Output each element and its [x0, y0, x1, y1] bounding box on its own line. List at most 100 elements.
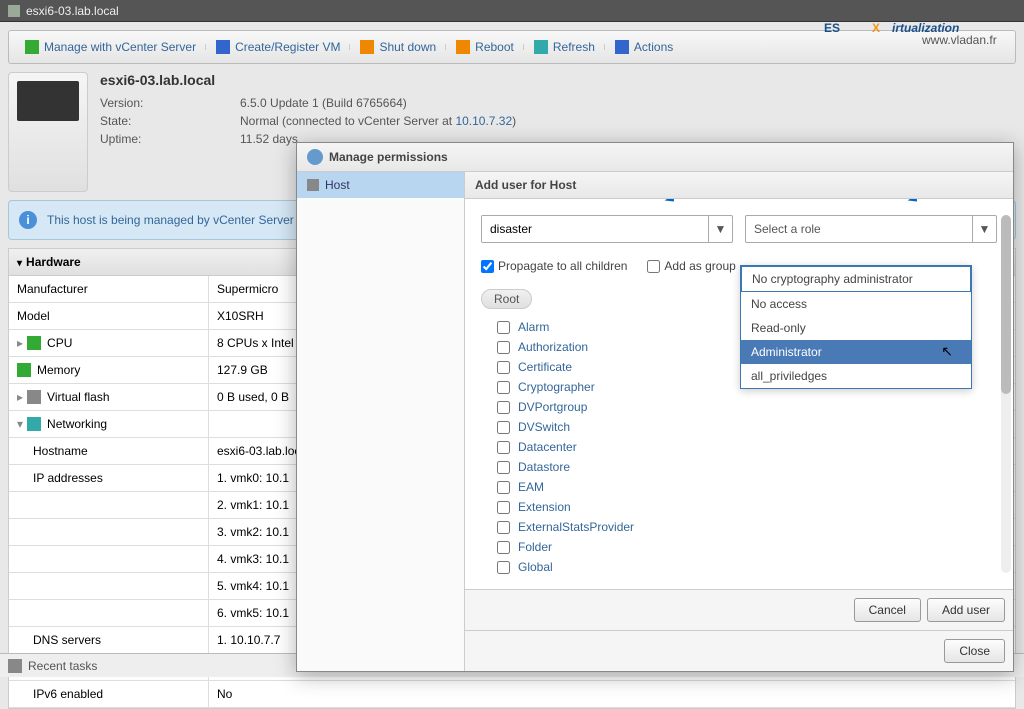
chevron-down-icon[interactable]: ▼ — [708, 216, 732, 242]
svg-text:www.vladan.fr: www.vladan.fr — [921, 33, 997, 46]
cursor-icon: ↖ — [941, 343, 953, 360]
hw-value: 2. vmk1: 10.1 — [209, 492, 297, 518]
priv-item[interactable]: EAM — [481, 477, 997, 497]
hw-value: X10SRH — [209, 303, 272, 329]
hw-value: 3. vmk2: 10.1 — [209, 519, 297, 545]
role-option[interactable]: Read-only — [741, 316, 971, 340]
priv-checkbox[interactable] — [497, 421, 510, 434]
hw-value: 127.9 GB — [209, 357, 276, 383]
role-option[interactable]: Administrator↖ — [741, 340, 971, 364]
priv-label: Extension — [518, 500, 571, 514]
svg-text:X: X — [872, 21, 880, 35]
mem-icon — [17, 363, 31, 377]
manage-vcenter-button[interactable]: Manage with vCenter Server — [15, 40, 206, 54]
dialog-title-text: Manage permissions — [329, 150, 448, 164]
priv-checkbox[interactable] — [497, 321, 510, 334]
priv-checkbox[interactable] — [497, 401, 510, 414]
hw-value: Supermicro — [209, 276, 286, 302]
hw-value: 0 B used, 0 B — [209, 384, 297, 410]
priv-item[interactable]: ExternalStatsProvider — [481, 517, 997, 537]
create-vm-button[interactable]: Create/Register VM — [206, 40, 350, 54]
annotation-arrow: ➘ — [655, 199, 678, 210]
role-dropdown: No cryptography administratorNo accessRe… — [740, 265, 972, 389]
role-option[interactable]: No access — [741, 292, 971, 316]
role-option[interactable]: No cryptography administrator — [741, 266, 971, 292]
users-icon — [307, 149, 323, 165]
priv-label: Certificate — [518, 360, 572, 374]
server-image — [8, 72, 88, 192]
role-option[interactable]: all_priviledges — [741, 364, 971, 388]
annotation-arrow: ➘ — [898, 199, 921, 210]
hw-label: Hostname — [33, 444, 88, 458]
hw-label: Manufacturer — [17, 282, 88, 296]
priv-checkbox[interactable] — [497, 501, 510, 514]
shutdown-icon — [360, 40, 374, 54]
priv-checkbox[interactable] — [497, 441, 510, 454]
host-icon — [8, 5, 20, 17]
state-label: State: — [100, 114, 240, 128]
priv-label: Datacenter — [518, 440, 577, 454]
hardware-row: IPv6 enabledNo — [9, 681, 1015, 708]
priv-label: Cryptographer — [518, 380, 595, 394]
add-user-button[interactable]: Add user — [927, 598, 1005, 622]
hw-label: Virtual flash — [47, 390, 109, 404]
priv-checkbox[interactable] — [497, 381, 510, 394]
priv-item[interactable]: Extension — [481, 497, 997, 517]
hw-label: IPv6 enabled — [33, 687, 103, 701]
priv-checkbox[interactable] — [497, 481, 510, 494]
priv-label: Folder — [518, 540, 552, 554]
priv-item[interactable]: Global — [481, 557, 997, 577]
cpu-icon — [27, 336, 41, 350]
chevron-down-icon[interactable]: ▼ — [972, 216, 996, 242]
cancel-button[interactable]: Cancel — [854, 598, 921, 622]
refresh-button[interactable]: Refresh — [524, 40, 605, 54]
uptime-label: Uptime: — [100, 132, 240, 146]
hw-label: Memory — [37, 363, 80, 377]
hw-label: CPU — [47, 336, 72, 350]
priv-item[interactable]: DVSwitch — [481, 417, 997, 437]
hw-label: IP addresses — [33, 471, 103, 485]
priv-item[interactable]: Datastore — [481, 457, 997, 477]
hw-value: 8 CPUs x Intel — [209, 330, 302, 356]
priv-label: Authorization — [518, 340, 588, 354]
host-icon — [307, 179, 319, 191]
user-input[interactable] — [482, 216, 708, 242]
priv-checkbox[interactable] — [497, 341, 510, 354]
priv-checkbox[interactable] — [497, 461, 510, 474]
role-combo[interactable]: Select a role ▼ — [745, 215, 997, 243]
expand-toggle[interactable]: ▾ — [17, 417, 23, 431]
priv-checkbox[interactable] — [497, 561, 510, 574]
expand-toggle[interactable]: ▸ — [17, 390, 23, 404]
priv-label: DVSwitch — [518, 420, 570, 434]
propagate-checkbox[interactable]: Propagate to all children — [481, 259, 627, 273]
priv-label: Global — [518, 560, 553, 574]
hw-value — [209, 411, 225, 437]
priv-item[interactable]: Datacenter — [481, 437, 997, 457]
add-user-header: Add user for Host — [465, 172, 1013, 199]
priv-checkbox[interactable] — [497, 521, 510, 534]
user-combo[interactable]: ▼ — [481, 215, 733, 243]
priv-label: EAM — [518, 480, 544, 494]
host-title: esxi6-03.lab.local — [100, 72, 1016, 88]
close-button[interactable]: Close — [944, 639, 1005, 663]
add-as-group-checkbox[interactable]: Add as group — [647, 259, 735, 273]
scrollbar-thumb[interactable] — [1001, 215, 1011, 394]
priv-item[interactable]: DVPortgroup — [481, 397, 997, 417]
net-icon — [27, 417, 41, 431]
priv-checkbox[interactable] — [497, 361, 510, 374]
priv-label: Datastore — [518, 460, 570, 474]
scrollbar[interactable] — [1001, 215, 1011, 573]
refresh-icon — [534, 40, 548, 54]
vcenter-ip-link[interactable]: 10.10.7.32 — [455, 114, 512, 128]
actions-button[interactable]: Actions — [605, 40, 683, 54]
hw-label: Networking — [47, 417, 107, 431]
root-pill[interactable]: Root — [481, 289, 532, 309]
priv-checkbox[interactable] — [497, 541, 510, 554]
reboot-button[interactable]: Reboot — [446, 40, 524, 54]
priv-label: Alarm — [518, 320, 549, 334]
priv-item[interactable]: Folder — [481, 537, 997, 557]
sidebar-item-host[interactable]: Host — [297, 172, 464, 198]
shutdown-button[interactable]: Shut down — [350, 40, 446, 54]
expand-toggle[interactable]: ▸ — [17, 336, 23, 350]
gear-icon — [615, 40, 629, 54]
